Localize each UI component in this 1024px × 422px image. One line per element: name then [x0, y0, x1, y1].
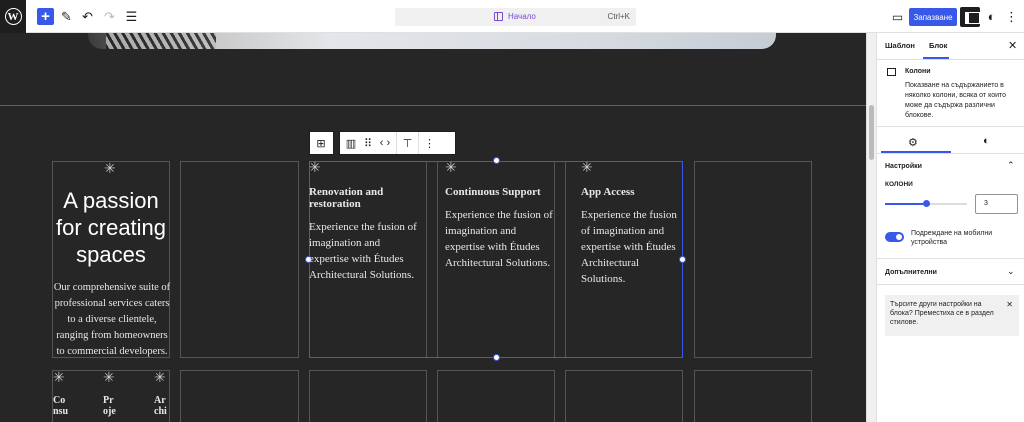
- divider: [877, 59, 1024, 60]
- editor-top-bar: W + ✎ ↶ ↷ ☰ Начало Ctrl+K ▭ Запазване ◐ …: [0, 0, 1024, 33]
- bottom-item-text: oje: [103, 406, 116, 417]
- block-toolbar: ▥ ⠿ ‹ › ⊤ ⋮: [339, 131, 456, 155]
- command-shortcut: Ctrl+K: [607, 12, 630, 21]
- bottom-item-text: Ar: [154, 395, 166, 406]
- close-icon[interactable]: ✕: [1008, 39, 1017, 52]
- bottom-item: Ar chi: [154, 395, 172, 417]
- intro-card[interactable]: ✳ A passion for creating spaces Our comp…: [52, 161, 170, 358]
- dismiss-icon[interactable]: ✕: [1006, 300, 1013, 309]
- options-menu-icon[interactable]: ⋮: [1003, 8, 1020, 25]
- block-title: Колони: [905, 68, 931, 75]
- add-block-button[interactable]: +: [37, 8, 54, 25]
- divider: [877, 153, 1024, 154]
- asterisk-icon: ✳: [581, 159, 593, 175]
- parent-block-toolbar: ⊞: [309, 131, 334, 155]
- settings-panel-title[interactable]: Настройки: [885, 163, 922, 170]
- bottom-item-text: nsu: [53, 406, 69, 417]
- bottom-item: Co nsu: [53, 395, 71, 417]
- bottom-item-text: Co: [53, 395, 66, 406]
- notice-text: Търсите други настройки на блока? Премес…: [890, 301, 994, 326]
- columns-label: КОЛОНИ: [885, 181, 913, 188]
- document-overview-icon[interactable]: ☰: [123, 8, 140, 25]
- bottom-item-text: chi: [154, 406, 167, 417]
- columns-icon[interactable]: ▥: [340, 132, 362, 154]
- stack-on-mobile-toggle[interactable]: [885, 232, 904, 242]
- empty-card[interactable]: [694, 161, 812, 358]
- styles-contrast-icon[interactable]: ◐: [983, 135, 990, 147]
- additional-panel-title[interactable]: Допълнителни: [885, 269, 937, 276]
- asterisk-icon: ✳: [53, 369, 65, 385]
- column-title: App Access: [581, 186, 635, 198]
- bottom-card[interactable]: [437, 370, 555, 422]
- asterisk-icon: ✳: [103, 369, 115, 385]
- settings-sidebar: Шаблон Блок ✕ Колони Показване на съдърж…: [876, 33, 1024, 422]
- wordpress-logo-icon[interactable]: W: [0, 0, 26, 33]
- settings-gear-icon[interactable]: ⚙: [908, 136, 918, 149]
- intro-text: Our comprehensive suite of professional …: [53, 282, 171, 357]
- bottom-item: Pr oje: [103, 395, 121, 417]
- tab-template[interactable]: Шаблон: [885, 41, 915, 50]
- styles-notice: Търсите други настройки на блока? Премес…: [885, 295, 1019, 336]
- columns-slider[interactable]: [885, 200, 967, 207]
- redo-icon[interactable]: ↷: [101, 8, 118, 25]
- columns-block-icon: [887, 68, 896, 76]
- editor-canvas[interactable]: ✳ A passion for creating spaces Our comp…: [0, 33, 866, 422]
- bottom-card[interactable]: [180, 370, 299, 422]
- resize-handle[interactable]: [493, 354, 500, 361]
- slider-knob[interactable]: [923, 200, 930, 207]
- resize-handle[interactable]: [493, 157, 500, 164]
- command-palette-button[interactable]: Начало Ctrl+K: [395, 8, 636, 26]
- bottom-card[interactable]: ✳ ✳ ✳ Co nsu Pr oje Ar chi: [52, 370, 170, 422]
- command-label: Начало: [508, 12, 536, 21]
- column-title: Continuous Support: [445, 186, 541, 198]
- chevron-down-icon[interactable]: ⌄: [1007, 266, 1015, 277]
- bottom-card[interactable]: [309, 370, 427, 422]
- divider: [877, 258, 1024, 259]
- column-text: Experience the fusion of imagination and…: [309, 221, 417, 281]
- styles-contrast-icon[interactable]: ◐: [983, 8, 1000, 25]
- move-arrows-icon[interactable]: ‹ ›: [374, 132, 396, 154]
- stack-on-mobile-label: Подреждане на мобилни устройства: [911, 230, 993, 246]
- column-text: Experience the fusion of imagination and…: [581, 209, 677, 285]
- settings-sidebar-toggle[interactable]: [960, 7, 980, 27]
- bottom-item-text: Pr: [103, 395, 114, 406]
- column-title: Renovation and restoration: [309, 186, 384, 210]
- hero-image[interactable]: [88, 33, 776, 49]
- asterisk-icon: ✳: [309, 159, 321, 175]
- tab-block[interactable]: Блок: [929, 41, 947, 50]
- drag-handle-icon[interactable]: ⠿: [362, 132, 374, 154]
- asterisk-icon: ✳: [154, 369, 166, 385]
- save-button[interactable]: Запазване: [909, 8, 957, 26]
- bottom-card[interactable]: [694, 370, 812, 422]
- preview-desktop-icon[interactable]: ▭: [889, 8, 906, 25]
- asterisk-icon: ✳: [104, 160, 116, 176]
- bottom-card[interactable]: [565, 370, 683, 422]
- canvas-scrollbar[interactable]: [866, 33, 876, 422]
- asterisk-icon: ✳: [445, 159, 457, 175]
- block-description: Показване на съдържанието в няколко коло…: [905, 82, 1007, 119]
- divider: [877, 126, 1024, 127]
- slider-fill: [885, 203, 926, 205]
- grid-icon[interactable]: ⊞: [310, 132, 332, 154]
- columns-number-input[interactable]: 3: [975, 194, 1018, 214]
- template-icon: [494, 12, 503, 21]
- chevron-up-icon[interactable]: ⌃: [1007, 160, 1015, 171]
- page-heading: A passion for creating spaces: [55, 188, 167, 267]
- divider: [877, 284, 1024, 285]
- column-text: Experience the fusion of imagination and…: [445, 209, 553, 269]
- more-options-icon[interactable]: ⋮: [418, 132, 440, 154]
- tools-pen-icon[interactable]: ✎: [58, 8, 75, 25]
- scrollbar-thumb[interactable]: [869, 105, 874, 160]
- empty-card[interactable]: [180, 161, 299, 358]
- selected-group-border: [0, 105, 866, 106]
- align-top-icon[interactable]: ⊤: [396, 132, 418, 154]
- undo-icon[interactable]: ↶: [79, 8, 96, 25]
